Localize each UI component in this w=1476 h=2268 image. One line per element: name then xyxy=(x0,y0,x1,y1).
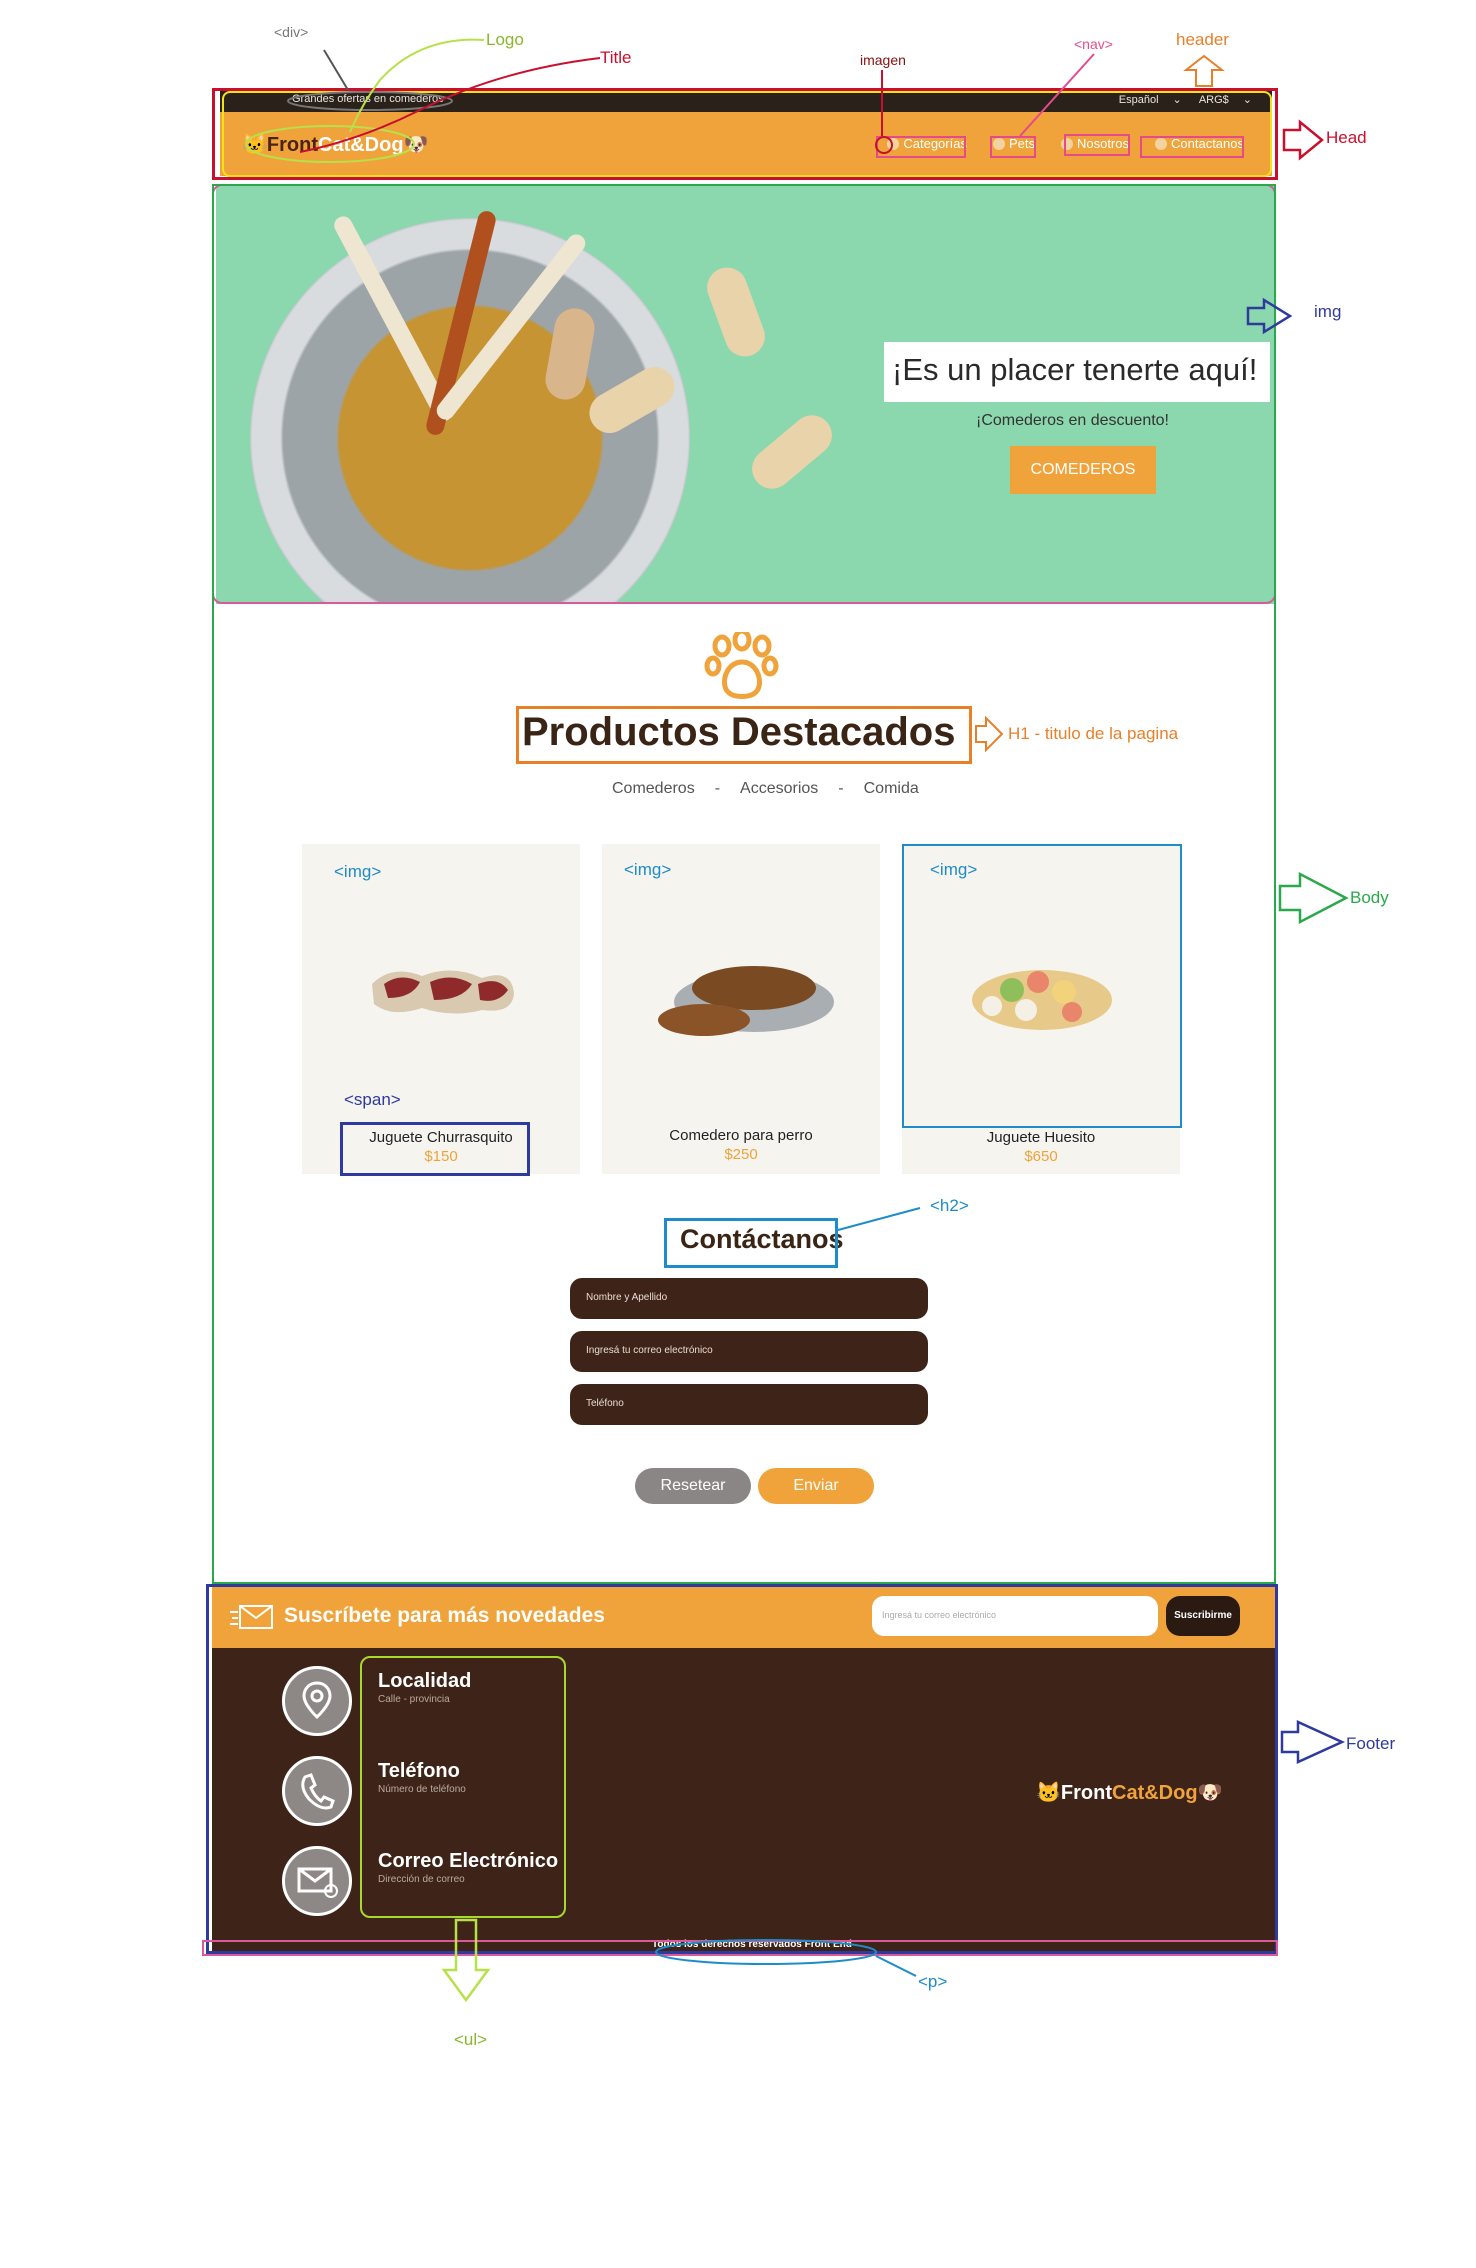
bone-treat-image xyxy=(701,261,771,363)
contact-info-sub: Número de teléfono xyxy=(378,1784,466,1795)
annotation-img-hero: img xyxy=(1314,302,1342,321)
product-card[interactable]: Juguete Huesito $650 xyxy=(902,844,1180,1174)
site-header: 🐱FrontCat&Dog🐶 Categorías Pets Nosotros … xyxy=(220,112,1272,176)
contact-info-sub: Dirección de correo xyxy=(378,1874,465,1885)
annotation-body: Body xyxy=(1350,888,1389,907)
product-image-comedero xyxy=(658,966,834,1036)
product-card[interactable]: Comedero para perro $250 xyxy=(602,844,880,1174)
nav-item-contactanos[interactable]: Contactanos xyxy=(1155,136,1244,151)
contact-info-title: Correo Electrónico xyxy=(378,1850,559,1872)
nav-item-pets[interactable]: Pets xyxy=(992,136,1035,151)
contact-info-sub: Calle - provincia xyxy=(378,1694,450,1705)
contact-info-title: Localidad xyxy=(378,1670,472,1692)
cat-dog-icon: 🐶 xyxy=(403,134,429,156)
annotation-header: header xyxy=(1176,30,1229,49)
product-image-huesito xyxy=(972,970,1112,1030)
annotation-img-card3: <img> xyxy=(930,860,978,879)
annotation-footer: Footer xyxy=(1346,1734,1396,1753)
cat-dog-icon: 🐱 xyxy=(1036,1782,1061,1804)
site-footer: Localidad Calle - provincia Teléfono Núm… xyxy=(212,1648,1276,1938)
annotation-imagen: imagen xyxy=(860,52,906,68)
hero-subtitle: ¡Comederos en descuento! xyxy=(976,412,1169,429)
hero-title: ¡Es un placer tenerte aquí! xyxy=(892,352,1258,387)
copyright-bar: Todos los derechos reservados Front End xyxy=(212,1938,1276,1952)
footer-logo[interactable]: 🐱FrontCat&Dog🐶 xyxy=(1036,1780,1222,1805)
nav-item-nosotros[interactable]: Nosotros xyxy=(1060,136,1129,151)
contact-info-title: Teléfono xyxy=(378,1760,460,1782)
top-bar: Grandes ofertas en comederos Español ⌄ AR… xyxy=(220,90,1272,112)
annotation-h1: H1 - titulo de la pagina xyxy=(1008,724,1179,743)
email-at-icon xyxy=(282,1846,352,1916)
annotation-p: <p> xyxy=(918,1972,948,1991)
product-card[interactable]: Juguete Churrasquito $150 xyxy=(302,844,580,1174)
annotation-h2: <h2> xyxy=(930,1196,969,1215)
annotation-span: <span> xyxy=(344,1090,401,1109)
nav-item-categorias[interactable]: Categorías xyxy=(887,136,967,151)
phone-field[interactable]: Teléfono xyxy=(570,1384,928,1425)
filter-comederos[interactable]: Comederos xyxy=(612,780,695,797)
phone-icon xyxy=(282,1756,352,1826)
main-nav: Categorías Pets Nosotros Contactanos xyxy=(887,136,1244,151)
product-name: Comedero para perro xyxy=(669,1127,813,1144)
product-name: Juguete Huesito xyxy=(986,1129,1096,1146)
product-price: $250 xyxy=(724,1146,758,1163)
contact-title: Contáctanos xyxy=(680,1224,844,1254)
paw-icon xyxy=(992,137,1005,150)
paw-icon xyxy=(1060,137,1073,150)
chevron-down-icon: ⌄ xyxy=(1242,94,1252,106)
subscribe-button[interactable]: Suscribirme xyxy=(1166,1596,1240,1636)
chevron-down-icon: ⌄ xyxy=(1172,94,1182,106)
category-filters: Comederos - Accesorios - Comida xyxy=(612,780,919,797)
currency-select[interactable]: ARG$ xyxy=(1199,94,1229,106)
annotation-nav: <nav> xyxy=(1074,36,1113,52)
product-image-churrasquito xyxy=(372,970,514,1014)
annotation-head: Head xyxy=(1326,128,1367,147)
reset-button[interactable]: Resetear xyxy=(635,1468,751,1504)
annotation-img-card2: <img> xyxy=(624,860,672,879)
annotation-ul: <ul> xyxy=(454,2030,488,2049)
language-select[interactable]: Español xyxy=(1119,94,1159,106)
product-price: $650 xyxy=(1024,1148,1058,1165)
paw-icon xyxy=(887,137,900,150)
mail-icon xyxy=(230,1605,273,1629)
filter-comida[interactable]: Comida xyxy=(864,780,919,797)
subscribe-band: Suscríbete para más novedades Ingresá tu… xyxy=(212,1586,1276,1648)
location-pin-icon xyxy=(282,1666,352,1736)
site-logo[interactable]: 🐱FrontCat&Dog🐶 xyxy=(242,132,428,157)
email-field[interactable]: Ingresá tu correo electrónico xyxy=(570,1331,928,1372)
subscribe-email-input[interactable]: Ingresá tu correo electrónico xyxy=(872,1596,1158,1636)
comederos-button[interactable]: COMEDEROS xyxy=(1010,446,1156,494)
paw-icon xyxy=(704,632,779,699)
paw-icon xyxy=(1155,137,1167,150)
bone-treat-image xyxy=(743,407,841,497)
filter-accesorios[interactable]: Accesorios xyxy=(740,780,818,797)
cat-dog-icon: 🐱 xyxy=(242,134,267,156)
copyright-text: Todos los derechos reservados Front End xyxy=(652,1939,852,1950)
hero-banner: ¡Es un placer tenerte aquí! ¡Comederos e… xyxy=(216,184,1274,604)
page-title: Productos Destacados xyxy=(522,710,956,754)
cat-dog-icon: 🐶 xyxy=(1197,1782,1223,1804)
annotation-img-card1: <img> xyxy=(334,862,382,881)
name-field[interactable]: Nombre y Apellido xyxy=(570,1278,928,1319)
product-price: $150 xyxy=(424,1148,458,1165)
annotation-div: <div> xyxy=(274,24,309,40)
product-name: Juguete Churrasquito xyxy=(369,1129,513,1146)
promo-text: Grandes ofertas en comederos xyxy=(292,93,444,105)
annotation-logo: Logo xyxy=(486,30,524,49)
locale-selectors[interactable]: Español ⌄ ARG$ ⌄ xyxy=(1105,93,1252,106)
annotation-title: Title xyxy=(600,48,632,67)
send-button[interactable]: Enviar xyxy=(758,1468,874,1504)
subscribe-text: Suscríbete para más novedades xyxy=(284,1604,605,1627)
